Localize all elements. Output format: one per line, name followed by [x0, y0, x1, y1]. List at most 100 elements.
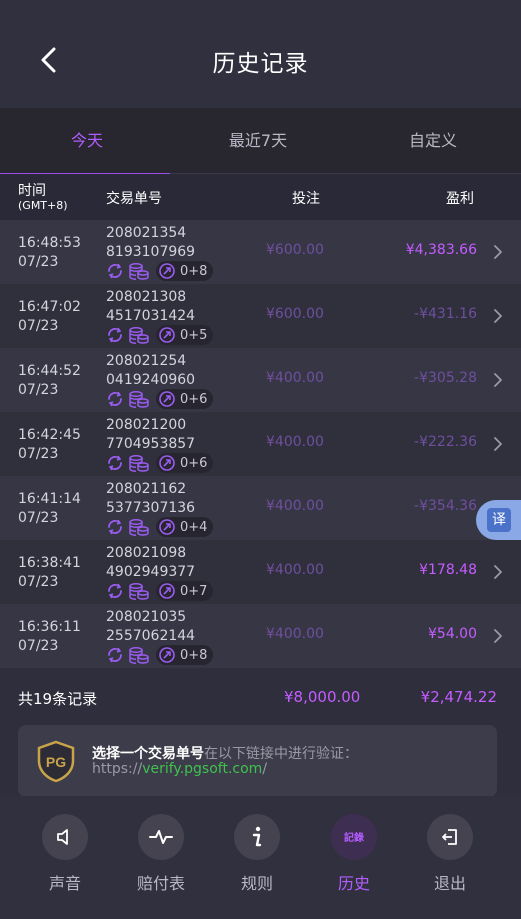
verify-box: PG 选择一个交易单号在以下链接中进行验证： https://verify.pg… [18, 725, 497, 797]
row-date: 07/23 [18, 254, 59, 270]
row-time: 16:41:14 07/23 [18, 490, 81, 528]
column-bet-header: 投注 [292, 191, 320, 207]
tab-bar: 今天 最近7天 自定义 [0, 108, 521, 175]
row-bet: ¥400.00 [266, 626, 324, 642]
coin-stack-icon [129, 519, 149, 536]
coin-stack-icon [129, 647, 149, 664]
info-icon [252, 826, 262, 847]
row-feature-icons: 0+8 [106, 645, 214, 665]
rules-button[interactable]: 规则 [227, 814, 287, 894]
spin-cycle-icon [108, 263, 122, 279]
rules-label: 规则 [240, 874, 273, 893]
translate-button[interactable]: 译 [476, 500, 521, 540]
row-profit: -¥431.16 [414, 306, 477, 322]
spin-cycle-icon [108, 519, 122, 535]
row-time: 16:42:45 07/23 [18, 426, 81, 464]
combo-count: 0+6 [180, 391, 208, 407]
history-icon: 記錄 [344, 831, 364, 844]
chevron-right-icon [494, 629, 502, 643]
history-row-1[interactable]: 16:48:53 07/23 208021354 8193107969 0+8 … [0, 220, 521, 284]
row-bet: ¥600.00 [266, 306, 324, 322]
translate-icon: 译 [487, 508, 511, 532]
coin-stack-icon [129, 455, 149, 472]
spin-cycle-icon [108, 391, 122, 407]
tab-today[interactable]: 今天 [0, 108, 174, 175]
row-profit: -¥354.36 [414, 498, 477, 514]
combo-count: 0+8 [180, 263, 208, 279]
row-date: 07/23 [18, 382, 59, 398]
combo-badge: 0+6 [156, 453, 214, 473]
combo-badge: 0+4 [156, 517, 214, 537]
row-time: 16:38:41 07/23 [18, 554, 81, 592]
row-time-clock: 16:48:53 [18, 235, 81, 251]
row-order: 208021098 4902949377 [106, 544, 195, 582]
paytable-button[interactable]: 赔付表 [131, 814, 191, 894]
row-time-clock: 16:36:11 [18, 619, 81, 635]
row-time-clock: 16:41:14 [18, 491, 81, 507]
row-feature-icons: 0+5 [106, 325, 214, 345]
history-button[interactable]: 記錄 历史 [324, 814, 384, 894]
column-time-timezone: (GMT+8) [18, 199, 68, 212]
row-order-part2: 5377307136 [106, 500, 196, 516]
row-time: 16:48:53 07/23 [18, 234, 81, 272]
chevron-right-icon [494, 565, 502, 579]
row-order-part2: 2557062144 [106, 628, 196, 644]
verify-link[interactable]: verify.pgsoft.com [142, 761, 262, 777]
row-time: 16:47:02 07/23 [18, 298, 81, 336]
row-order-part1: 208021354 [106, 225, 187, 241]
sound-icon [57, 829, 68, 845]
combo-badge: 0+5 [156, 325, 214, 345]
row-order: 208021254 0419240960 [106, 352, 195, 390]
tab-last-7-days[interactable]: 最近7天 [171, 108, 345, 174]
column-order-header: 交易单号 [106, 191, 162, 207]
row-profit: ¥178.48 [419, 562, 477, 578]
row-feature-icons: 0+6 [106, 453, 214, 473]
row-order: 208021200 7704953857 [106, 416, 195, 454]
row-feature-icons: 0+6 [106, 389, 214, 409]
history-row-5[interactable]: 16:41:14 07/23 208021162 5377307136 0+4 … [0, 476, 521, 540]
history-row-4[interactable]: 16:42:45 07/23 208021200 7704953857 0+6 … [0, 412, 521, 476]
combo-count: 0+5 [180, 327, 208, 343]
history-list: 16:48:53 07/23 208021354 8193107969 0+8 … [0, 220, 521, 668]
row-order-part1: 208021098 [106, 545, 187, 561]
svg-text:PG: PG [46, 754, 66, 770]
chevron-right-icon [494, 373, 502, 387]
paytable-icon [149, 830, 173, 844]
history-row-3[interactable]: 16:44:52 07/23 208021254 0419240960 0+6 … [0, 348, 521, 412]
row-profit: -¥305.28 [414, 370, 477, 386]
row-time-clock: 16:47:02 [18, 299, 81, 315]
sound-label: 声音 [48, 874, 81, 893]
coin-stack-icon [129, 583, 149, 600]
combo-arrow-icon [159, 391, 175, 407]
combo-badge: 0+8 [156, 261, 214, 281]
combo-count: 0+6 [180, 455, 208, 471]
row-bet: ¥400.00 [266, 434, 324, 450]
row-feature-icons: 0+7 [106, 581, 214, 601]
row-time-clock: 16:44:52 [18, 363, 81, 379]
row-order-part2: 7704953857 [106, 436, 196, 452]
row-order-part1: 208021200 [106, 417, 187, 433]
history-row-6[interactable]: 16:38:41 07/23 208021098 4902949377 0+7 … [0, 540, 521, 604]
row-order-part2: 4902949377 [106, 564, 196, 580]
row-order: 208021354 8193107969 [106, 224, 195, 262]
row-time: 16:36:11 07/23 [18, 618, 81, 656]
verify-url-suffix: / [262, 761, 268, 777]
pg-logo: PG [37, 740, 75, 783]
row-profit: ¥54.00 [428, 626, 477, 642]
row-feature-icons: 0+4 [106, 517, 214, 537]
sound-button[interactable]: 声音 [35, 814, 95, 894]
history-row-2[interactable]: 16:47:02 07/23 208021308 4517031424 0+5 … [0, 284, 521, 348]
row-time-clock: 16:42:45 [18, 427, 81, 443]
record-count: 共19条记录 [18, 690, 98, 708]
exit-icon [442, 829, 457, 845]
chevron-right-icon [494, 309, 502, 323]
tab-custom[interactable]: 自定义 [346, 108, 520, 174]
page-title: 历史记录 [212, 51, 309, 77]
history-row-7[interactable]: 16:36:11 07/23 208021035 2557062144 0+8 … [0, 604, 521, 668]
column-profit-header: 盈利 [446, 191, 474, 207]
row-date: 07/23 [18, 574, 59, 590]
exit-button[interactable]: 退出 [420, 814, 480, 894]
spin-cycle-icon [108, 327, 122, 343]
exit-label: 退出 [433, 874, 466, 893]
row-profit: -¥222.36 [414, 434, 477, 450]
